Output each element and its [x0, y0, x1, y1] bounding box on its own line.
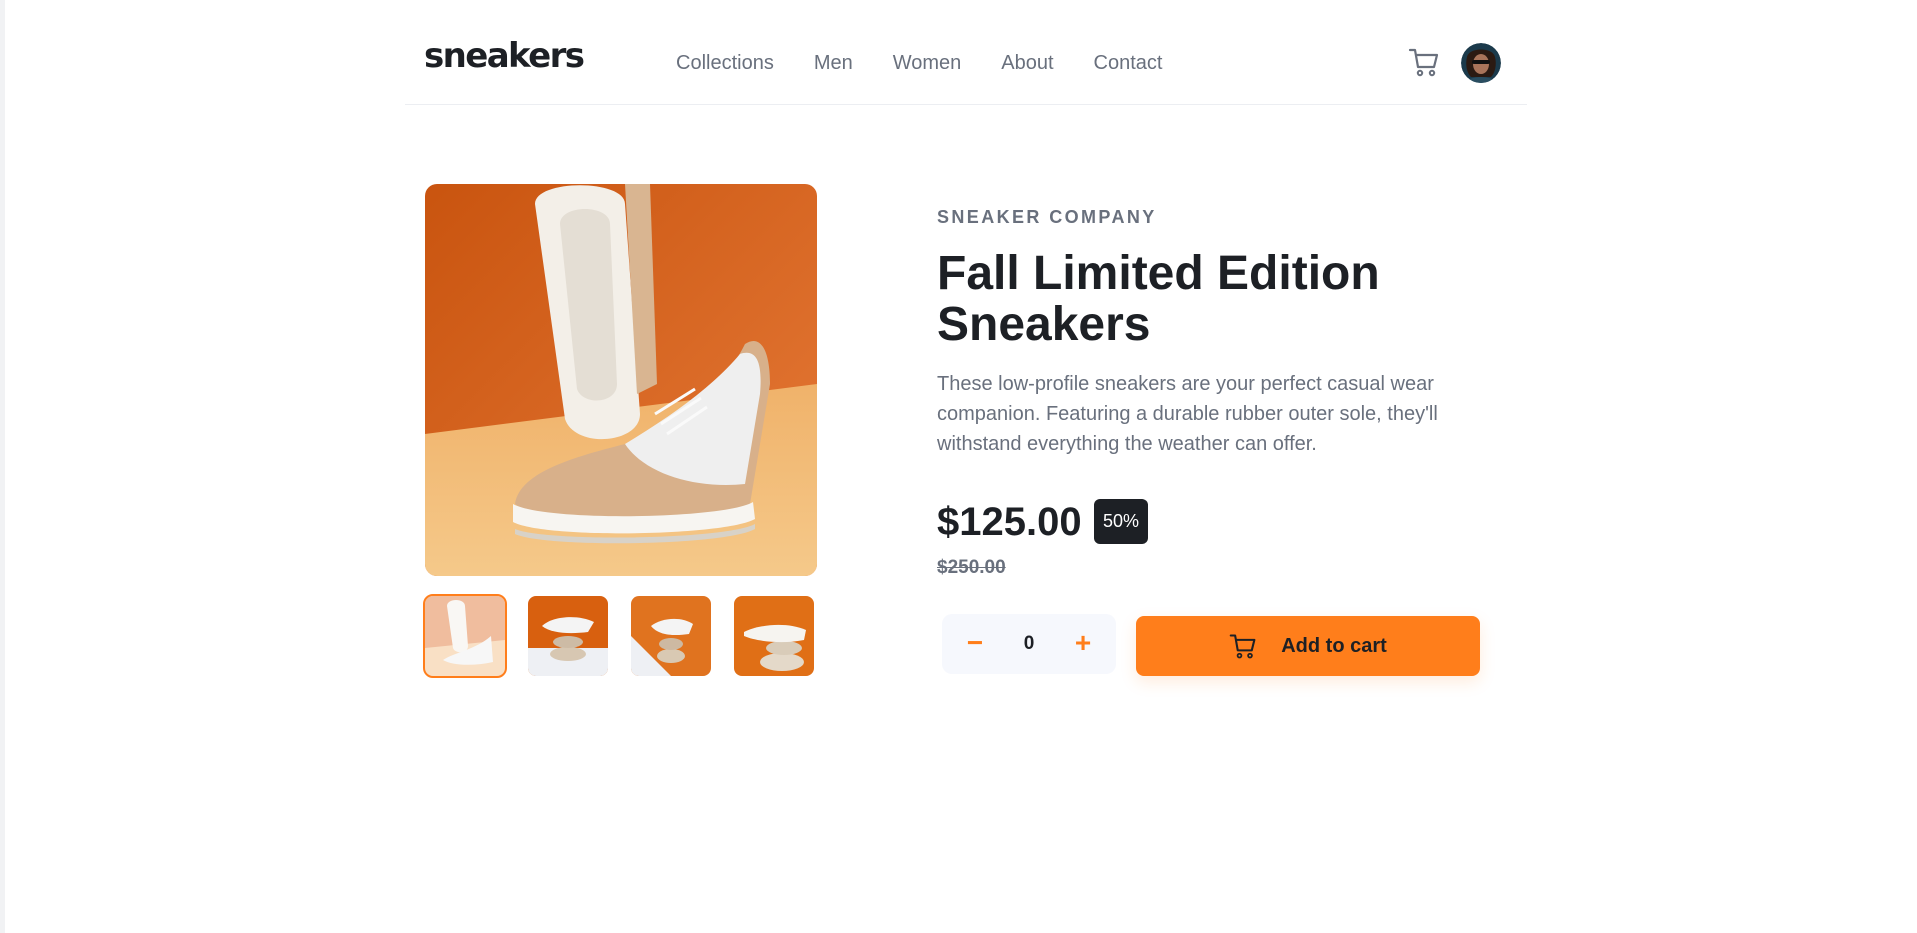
page: sneakers Collections Men Women About Con… [5, 0, 1917, 933]
product-main-image[interactable] [425, 184, 817, 576]
quantity-increase-button[interactable]: + [1058, 614, 1108, 674]
nav-item-collections[interactable]: Collections [676, 51, 774, 75]
nav-item-women[interactable]: Women [893, 51, 962, 75]
product-description: These low-profile sneakers are your perf… [937, 373, 1438, 455]
site-header: sneakers Collections Men Women About Con… [405, 0, 1527, 105]
user-avatar[interactable] [1461, 43, 1501, 83]
cart-icon[interactable] [1408, 46, 1440, 78]
nav-item-men[interactable]: Men [814, 51, 853, 75]
original-price: $250.00 [937, 557, 1006, 578]
brand-logo[interactable]: sneakers [424, 39, 585, 73]
sneaker-photo [425, 184, 817, 576]
product-title: Fall Limited Edition Sneakers [937, 247, 1380, 351]
current-price: $125.00 [937, 500, 1082, 544]
company-name: SNEAKER COMPANY [937, 207, 1157, 227]
nav-item-about[interactable]: About [1001, 51, 1053, 75]
nav-item-contact[interactable]: Contact [1094, 51, 1163, 75]
thumbnail-2[interactable] [528, 596, 608, 676]
quantity-stepper: − 0 + [942, 614, 1116, 674]
main-nav: Collections Men Women About Contact [676, 51, 1202, 75]
thumbnail-1[interactable] [423, 594, 507, 678]
add-to-cart-label: Add to cart [1281, 634, 1387, 657]
quantity-value: 0 [1023, 633, 1035, 654]
add-to-cart-button[interactable]: Add to cart [1136, 616, 1480, 676]
discount-badge: 50% [1094, 499, 1148, 544]
thumbnail-4[interactable] [734, 596, 814, 676]
thumbnail-3[interactable] [631, 596, 711, 676]
cart-icon [1229, 634, 1256, 659]
